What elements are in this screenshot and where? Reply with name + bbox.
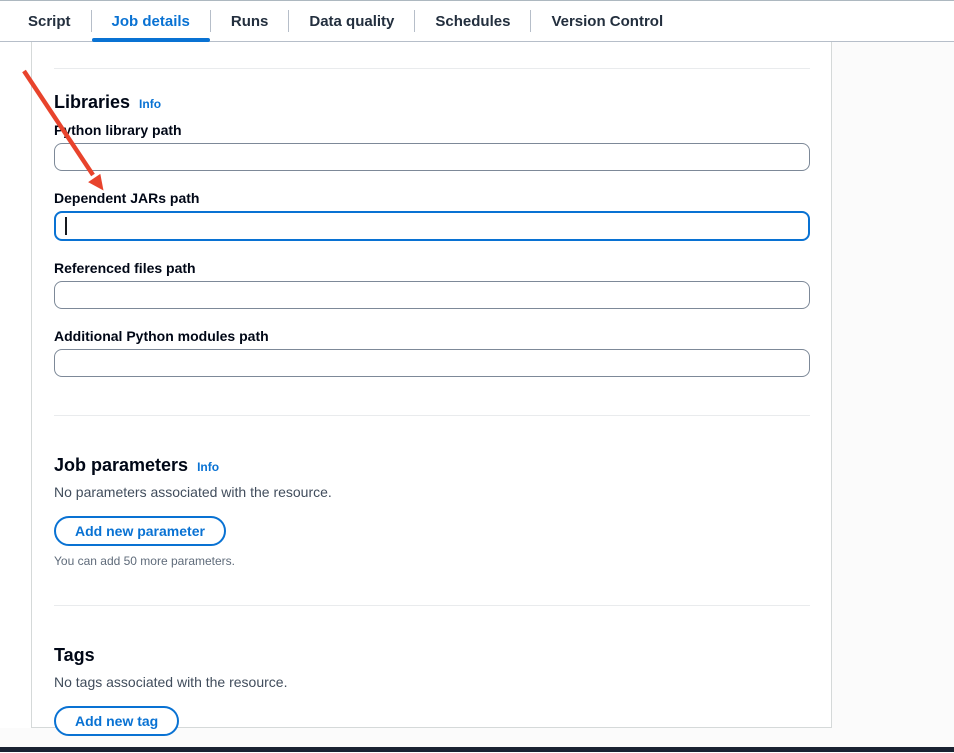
additional-python-modules-path-field: Additional Python modules path [54, 327, 810, 377]
libraries-header: Libraries Info [54, 91, 810, 113]
libraries-info-link[interactable]: Info [139, 97, 161, 111]
job-details-panel: Libraries Info Python library path Depen… [31, 42, 832, 728]
tab-script[interactable]: Script [8, 1, 91, 41]
referenced-files-path-field: Referenced files path [54, 259, 810, 309]
additional-python-modules-path-input[interactable] [54, 349, 810, 377]
tab-job-details[interactable]: Job details [92, 1, 210, 41]
section-divider [54, 605, 810, 606]
bottom-bar [0, 747, 954, 752]
tab-label: Version Control [551, 13, 663, 30]
tab-label: Data quality [309, 13, 394, 30]
referenced-files-path-label: Referenced files path [54, 259, 810, 277]
job-parameters-info-link[interactable]: Info [197, 460, 219, 474]
job-parameters-section: Job parameters Info No parameters associ… [54, 454, 810, 569]
tab-label: Script [28, 13, 71, 30]
dependent-jars-path-label: Dependent JARs path [54, 189, 810, 207]
tab-bar: Script Job details Runs Data quality Sch… [0, 0, 954, 42]
add-new-parameter-button[interactable]: Add new parameter [54, 516, 226, 546]
libraries-title: Libraries [54, 91, 130, 113]
referenced-files-path-input[interactable] [54, 281, 810, 309]
job-parameters-header: Job parameters Info [54, 454, 810, 476]
tab-runs[interactable]: Runs [211, 1, 289, 41]
tags-section: Tags No tags associated with the resourc… [54, 644, 810, 736]
libraries-section: Libraries Info Python library path Depen… [54, 91, 810, 377]
additional-python-modules-path-label: Additional Python modules path [54, 327, 810, 345]
section-divider [54, 68, 810, 69]
tab-schedules[interactable]: Schedules [415, 1, 530, 41]
tags-title: Tags [54, 644, 95, 666]
job-parameters-title: Job parameters [54, 454, 188, 476]
input-wrap [54, 211, 810, 241]
dependent-jars-path-field: Dependent JARs path [54, 189, 810, 241]
tags-header: Tags [54, 644, 810, 666]
section-divider [54, 415, 810, 416]
python-library-path-field: Python library path [54, 121, 810, 171]
tab-label: Schedules [435, 13, 510, 30]
tags-empty-text: No tags associated with the resource. [54, 672, 810, 692]
right-gutter [832, 42, 954, 728]
python-library-path-input[interactable] [54, 143, 810, 171]
input-wrap [54, 349, 810, 377]
input-wrap [54, 281, 810, 309]
job-parameters-empty-text: No parameters associated with the resour… [54, 482, 810, 502]
dependent-jars-path-input[interactable] [54, 211, 810, 241]
glue-job-details-page: Script Job details Runs Data quality Sch… [0, 0, 954, 753]
tab-version-control[interactable]: Version Control [531, 1, 683, 41]
tab-label: Job details [112, 13, 190, 30]
python-library-path-label: Python library path [54, 121, 810, 139]
tab-label: Runs [231, 13, 269, 30]
input-wrap [54, 143, 810, 171]
tab-data-quality[interactable]: Data quality [289, 1, 414, 41]
text-cursor [65, 217, 67, 235]
add-new-tag-button[interactable]: Add new tag [54, 706, 179, 736]
job-parameters-hint: You can add 50 more parameters. [54, 553, 810, 569]
